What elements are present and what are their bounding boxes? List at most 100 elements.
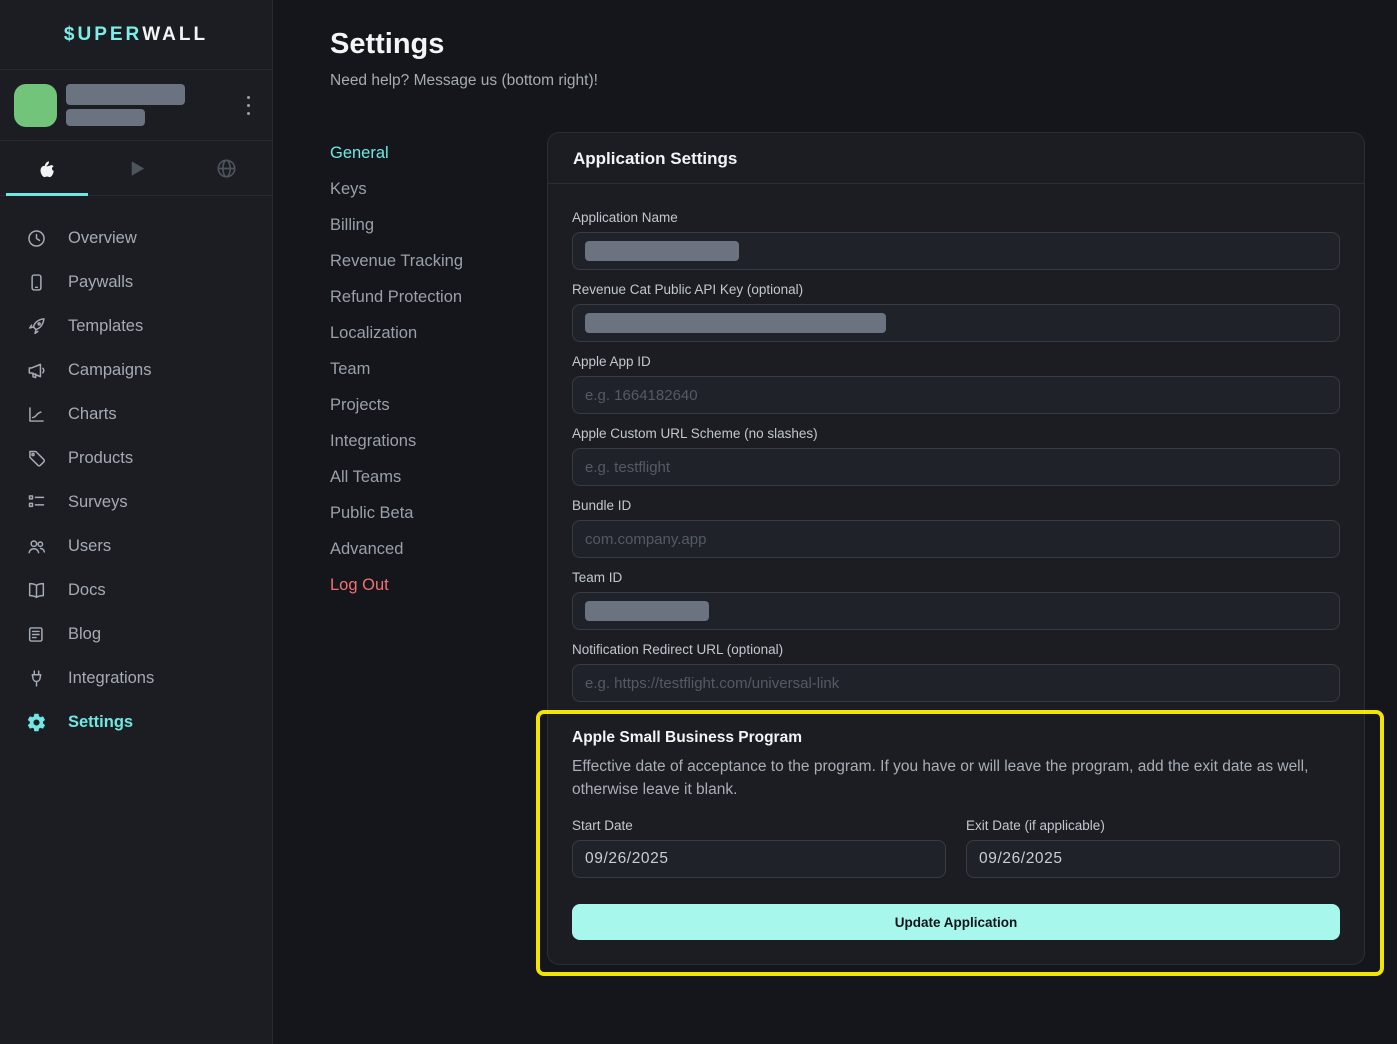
team-id-input[interactable]	[572, 592, 1340, 630]
avatar	[14, 84, 57, 127]
sidebar-item-paywalls[interactable]: Paywalls	[0, 260, 272, 304]
start-date-value: 09/26/2025	[585, 850, 669, 868]
exit-date-label: Exit Date (if applicable)	[966, 818, 1340, 833]
panel-title: Application Settings	[548, 133, 1364, 184]
sidebar-item-label: Surveys	[68, 493, 128, 512]
megaphone-icon	[26, 360, 47, 381]
globe-icon	[215, 157, 238, 180]
redacted-account-name	[66, 84, 185, 105]
team-id-label: Team ID	[572, 570, 1340, 585]
field-application-name: Application Name	[572, 210, 1340, 270]
placeholder-text: e.g. 1664182640	[585, 387, 698, 404]
sidebar-item-docs[interactable]: Docs	[0, 568, 272, 612]
gear-icon	[26, 712, 47, 733]
update-application-button[interactable]: Update Application	[572, 904, 1340, 940]
settings-nav-item-public-beta[interactable]: Public Beta	[330, 495, 547, 531]
tab-web[interactable]	[181, 141, 272, 195]
settings-nav-item-keys[interactable]: Keys	[330, 171, 547, 207]
sidebar-item-overview[interactable]: Overview	[0, 216, 272, 260]
application-name-label: Application Name	[572, 210, 1340, 225]
play-icon	[125, 157, 148, 180]
redacted-account-info	[66, 84, 185, 126]
start-date-label: Start Date	[572, 818, 946, 833]
sidebar-item-charts[interactable]: Charts	[0, 392, 272, 436]
clock-icon	[26, 228, 47, 249]
sidebar-item-settings[interactable]: Settings	[0, 700, 272, 744]
plug-icon	[26, 668, 47, 689]
rocket-icon	[26, 316, 47, 337]
sidebar-item-integrations[interactable]: Integrations	[0, 656, 272, 700]
book-icon	[26, 580, 47, 601]
account-switcher[interactable]	[0, 70, 272, 141]
notification-redirect-url-optional-input[interactable]: e.g. https://testflight.com/universal-li…	[572, 664, 1340, 702]
sidebar-item-label: Settings	[68, 713, 133, 732]
apple-custom-url-scheme-no-slashes-label: Apple Custom URL Scheme (no slashes)	[572, 426, 1340, 441]
sidebar: $UPERWALL	[0, 0, 273, 1044]
settings-nav-item-team[interactable]: Team	[330, 351, 547, 387]
revenue-cat-public-api-key-optional-input[interactable]	[572, 304, 1340, 342]
redacted-value	[585, 241, 739, 261]
kebab-menu-icon[interactable]	[241, 91, 256, 120]
sidebar-item-users[interactable]: Users	[0, 524, 272, 568]
placeholder-text: e.g. https://testflight.com/universal-li…	[585, 675, 839, 692]
settings-nav-item-revenue-tracking[interactable]: Revenue Tracking	[330, 243, 547, 279]
sidebar-item-products[interactable]: Products	[0, 436, 272, 480]
platform-tabs	[0, 141, 272, 196]
application-name-input[interactable]	[572, 232, 1340, 270]
field-revenue-cat-public-api-key-optional: Revenue Cat Public API Key (optional)	[572, 282, 1340, 342]
phone-icon	[26, 272, 47, 293]
sidebar-item-label: Products	[68, 449, 133, 468]
chart-icon	[26, 404, 47, 425]
sidebar-item-blog[interactable]: Blog	[0, 612, 272, 656]
checklist-icon	[26, 492, 47, 513]
redacted-value	[585, 313, 886, 333]
sidebar-item-surveys[interactable]: Surveys	[0, 480, 272, 524]
placeholder-text: com.company.app	[585, 531, 706, 548]
apple-app-id-input[interactable]: e.g. 1664182640	[572, 376, 1340, 414]
application-settings-fields: Application Name Revenue Cat Public API K…	[572, 210, 1340, 702]
sidebar-item-templates[interactable]: Templates	[0, 304, 272, 348]
settings-nav-item-all-teams[interactable]: All Teams	[330, 459, 547, 495]
tab-apple[interactable]	[0, 141, 91, 195]
apple-small-business-program-section: Apple Small Business Program Effective d…	[572, 729, 1340, 940]
settings-nav: General Keys Billing Revenue Tracking Re…	[330, 132, 547, 965]
settings-nav-item-integrations[interactable]: Integrations	[330, 423, 547, 459]
sidebar-item-label: Templates	[68, 317, 143, 336]
tab-google-play[interactable]	[91, 141, 182, 195]
field-apple-custom-url-scheme-no-slashes: Apple Custom URL Scheme (no slashes) e.g.…	[572, 426, 1340, 486]
sbp-title: Apple Small Business Program	[572, 729, 1340, 747]
sidebar-item-label: Overview	[68, 229, 137, 248]
sidebar-item-label: Charts	[68, 405, 117, 424]
newspaper-icon	[26, 624, 47, 645]
app-root: $UPERWALL	[0, 0, 1397, 1044]
revenue-cat-public-api-key-optional-label: Revenue Cat Public API Key (optional)	[572, 282, 1340, 297]
exit-date-input[interactable]: 09/26/2025	[966, 840, 1340, 878]
settings-nav-item-billing[interactable]: Billing	[330, 207, 547, 243]
users-icon	[26, 536, 47, 557]
field-notification-redirect-url-optional: Notification Redirect URL (optional)e.g.…	[572, 642, 1340, 702]
settings-nav-item-log-out[interactable]: Log Out	[330, 567, 547, 603]
apple-app-id-label: Apple App ID	[572, 354, 1340, 369]
settings-nav-item-advanced[interactable]: Advanced	[330, 531, 547, 567]
page-title: Settings	[330, 28, 1397, 61]
main-content: Settings Need help? Message us (bottom r…	[273, 0, 1397, 1044]
field-bundle-id: Bundle ID com.company.app	[572, 498, 1340, 558]
redacted-account-sub	[66, 109, 145, 126]
sidebar-item-label: Users	[68, 537, 111, 556]
tag-icon	[26, 448, 47, 469]
application-settings-panel: Application Settings Application Name Rev…	[547, 132, 1365, 965]
settings-nav-item-general[interactable]: General	[330, 135, 547, 171]
bundle-id-input[interactable]: com.company.app	[572, 520, 1340, 558]
page-subtitle: Need help? Message us (bottom right)!	[330, 72, 1397, 90]
start-date-input[interactable]: 09/26/2025	[572, 840, 946, 878]
settings-nav-item-localization[interactable]: Localization	[330, 315, 547, 351]
redacted-value	[585, 601, 709, 621]
settings-nav-item-refund-protection[interactable]: Refund Protection	[330, 279, 547, 315]
placeholder-text: e.g. testflight	[585, 459, 670, 476]
sidebar-item-label: Paywalls	[68, 273, 133, 292]
sidebar-nav: Overview Paywalls Templates Campaigns	[0, 196, 272, 744]
bundle-id-label: Bundle ID	[572, 498, 1340, 513]
settings-nav-item-projects[interactable]: Projects	[330, 387, 547, 423]
sidebar-item-campaigns[interactable]: Campaigns	[0, 348, 272, 392]
apple-custom-url-scheme-no-slashes-input[interactable]: e.g. testflight	[572, 448, 1340, 486]
